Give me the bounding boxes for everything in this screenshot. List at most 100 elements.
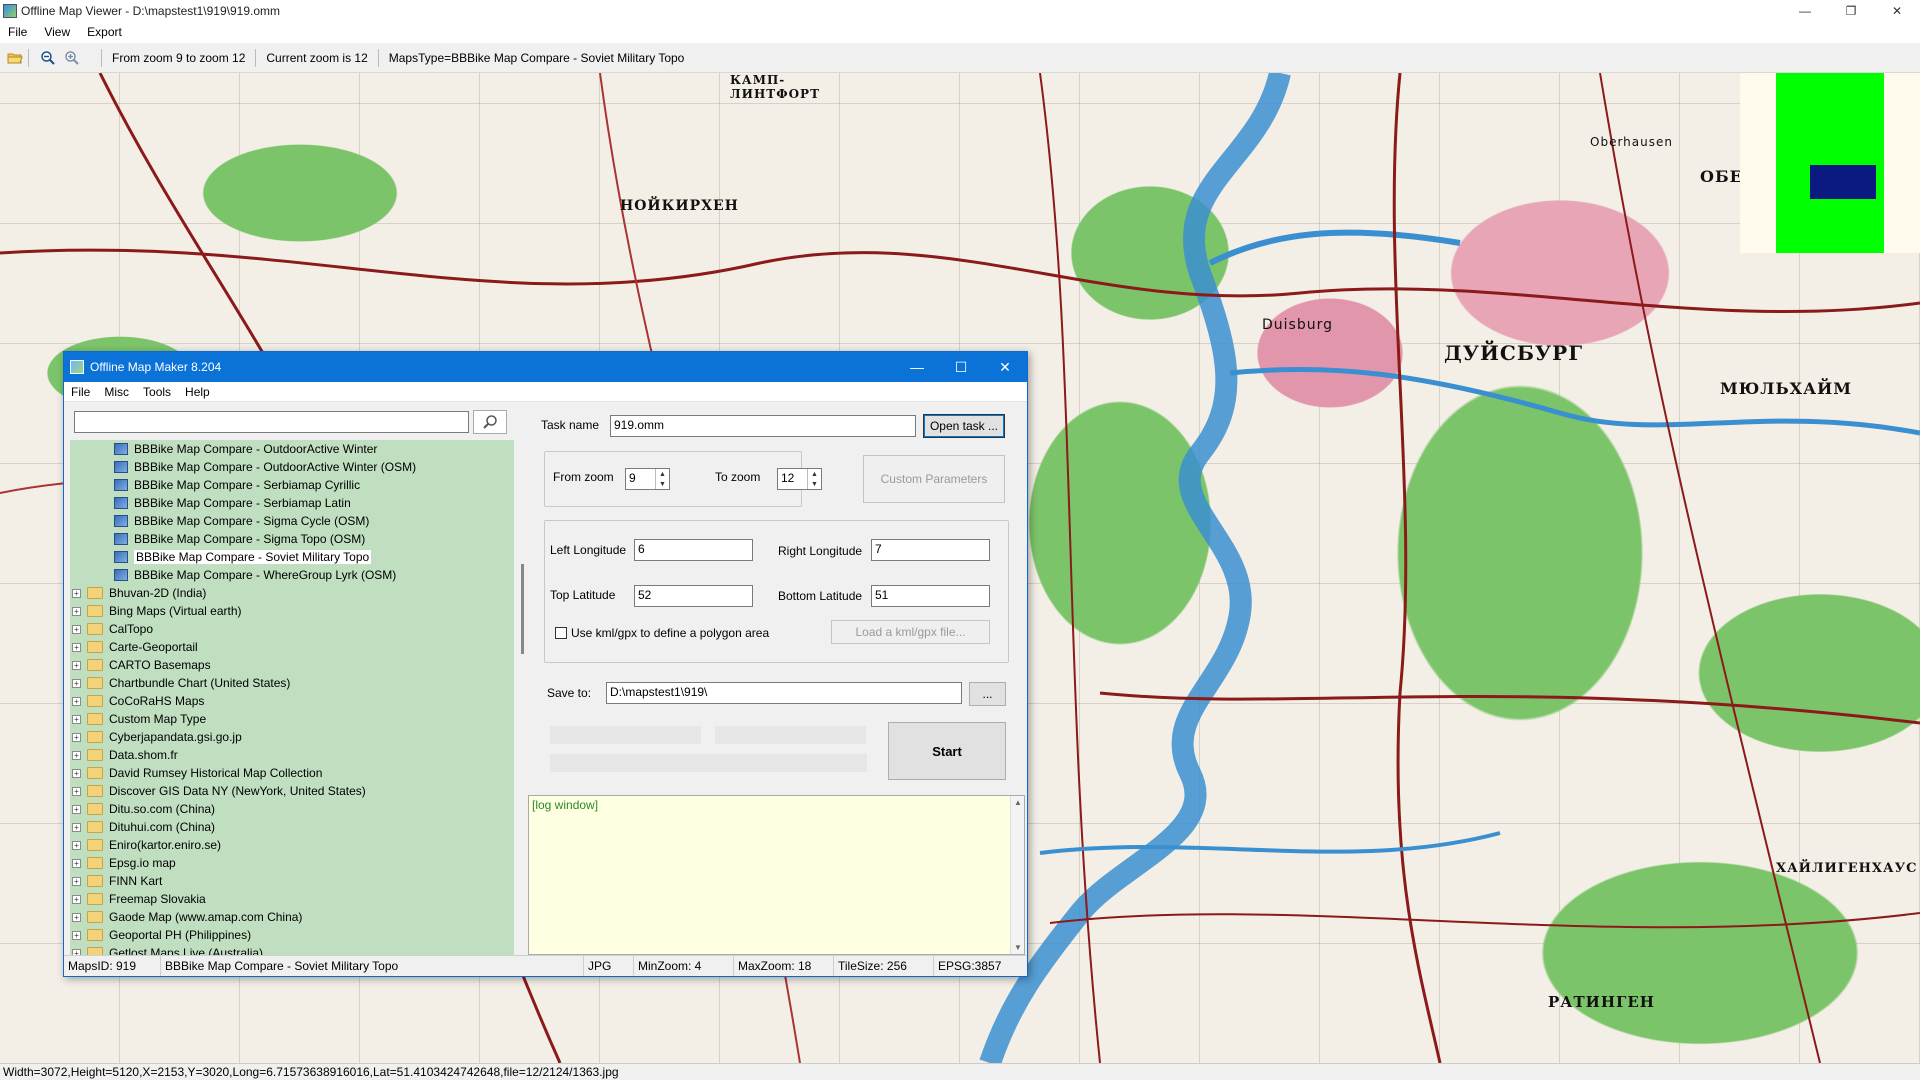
expand-icon[interactable]: +: [72, 768, 81, 778]
tree-item-provider[interactable]: + Bing Maps (Virtual earth): [70, 602, 514, 620]
expand-icon[interactable]: +: [72, 588, 81, 598]
tree-item-provider[interactable]: + Discover GIS Data NY (NewYork, United S…: [70, 782, 514, 800]
tree-item-provider[interactable]: + Geoportal PH (Philippines): [70, 926, 514, 944]
dialog-close-button[interactable]: ✕: [983, 352, 1027, 382]
dialog-title: Offline Map Maker 8.204: [90, 360, 222, 374]
top-latitude-input[interactable]: 52: [634, 585, 753, 607]
tree-item-map-type[interactable]: BBBike Map Compare - WhereGroup Lyrk (OS…: [70, 566, 514, 584]
use-kml-checkbox[interactable]: [555, 627, 567, 639]
expand-icon[interactable]: +: [72, 786, 81, 796]
spin-up-icon[interactable]: ▲: [808, 469, 821, 479]
maximize-button[interactable]: ❐: [1828, 0, 1874, 22]
dialog-menu-misc[interactable]: Misc: [97, 385, 136, 399]
expand-icon[interactable]: +: [72, 678, 81, 688]
tree-item-map-type[interactable]: BBBike Map Compare - OutdoorActive Winte…: [70, 440, 514, 458]
spin-up-icon[interactable]: ▲: [656, 469, 669, 479]
map-type-icon: [114, 551, 128, 563]
tree-item-provider[interactable]: + Cyberjapandata.gsi.go.jp: [70, 728, 514, 746]
tree-item-provider[interactable]: + CalTopo: [70, 620, 514, 638]
custom-parameters-button[interactable]: Custom Parameters: [863, 455, 1005, 503]
tree-item-map-type[interactable]: BBBike Map Compare - Serbiamap Latin: [70, 494, 514, 512]
left-longitude-input[interactable]: 6: [634, 539, 753, 561]
tree-item-provider[interactable]: + Eniro(kartor.eniro.se): [70, 836, 514, 854]
task-name-input[interactable]: 919.omm: [610, 415, 916, 437]
browse-button[interactable]: ...: [969, 682, 1006, 706]
map-type-tree[interactable]: BBBike Map Compare - OutdoorActive Winte…: [70, 440, 514, 955]
folder-icon: [87, 767, 103, 779]
tree-item-provider[interactable]: + FINN Kart: [70, 872, 514, 890]
expand-icon[interactable]: +: [72, 912, 81, 922]
minimap-viewport[interactable]: [1810, 165, 1876, 199]
tree-item-provider[interactable]: + Carte-Geoportail: [70, 638, 514, 656]
tree-item-provider[interactable]: + CoCoRaHS Maps: [70, 692, 514, 710]
tree-item-label: Eniro(kartor.eniro.se): [109, 838, 222, 852]
tree-item-provider[interactable]: + Epsg.io map: [70, 854, 514, 872]
expand-icon[interactable]: +: [72, 876, 81, 886]
expand-icon[interactable]: +: [72, 696, 81, 706]
zoom-in-icon[interactable]: [63, 49, 81, 67]
tree-scrollbar[interactable]: [516, 454, 526, 1006]
tree-item-provider[interactable]: + Custom Map Type: [70, 710, 514, 728]
tree-item-provider[interactable]: + Bhuvan-2D (India): [70, 584, 514, 602]
map-type-icon: [114, 533, 128, 545]
scroll-up-icon[interactable]: ▲: [1014, 798, 1022, 807]
tree-item-provider[interactable]: + Chartbundle Chart (United States): [70, 674, 514, 692]
open-task-button[interactable]: Open task ...: [923, 414, 1005, 438]
log-scrollbar[interactable]: ▲ ▼: [1010, 796, 1024, 954]
overview-minimap[interactable]: [1740, 73, 1920, 253]
tree-item-provider[interactable]: + Getlost Maps Live (Australia): [70, 944, 514, 955]
menu-view[interactable]: View: [36, 25, 79, 39]
expand-icon[interactable]: +: [72, 804, 81, 814]
menu-export[interactable]: Export: [79, 25, 131, 39]
expand-icon[interactable]: +: [72, 714, 81, 724]
dialog-maximize-button[interactable]: ☐: [939, 352, 983, 382]
bottom-latitude-input[interactable]: 51: [871, 585, 990, 607]
start-button[interactable]: Start: [888, 722, 1006, 780]
tree-item-provider[interactable]: + Gaode Map (www.amap.com China): [70, 908, 514, 926]
tree-item-provider[interactable]: + CARTO Basemaps: [70, 656, 514, 674]
map-search-input[interactable]: [74, 411, 469, 433]
from-zoom-stepper[interactable]: 9 ▲ ▼: [625, 468, 670, 490]
scroll-down-icon[interactable]: ▼: [1014, 943, 1022, 952]
tree-item-provider[interactable]: + David Rumsey Historical Map Collection: [70, 764, 514, 782]
expand-icon[interactable]: +: [72, 894, 81, 904]
tree-item-map-type[interactable]: BBBike Map Compare - OutdoorActive Winte…: [70, 458, 514, 476]
tree-item-map-type[interactable]: BBBike Map Compare - Soviet Military Top…: [70, 548, 514, 566]
to-zoom-stepper[interactable]: 12 ▲ ▼: [777, 468, 822, 490]
spin-down-icon[interactable]: ▼: [808, 479, 821, 489]
zoom-out-icon[interactable]: [39, 49, 57, 67]
expand-icon[interactable]: +: [72, 606, 81, 616]
load-kml-button[interactable]: Load a kml/gpx file...: [831, 620, 990, 644]
expand-icon[interactable]: +: [72, 822, 81, 832]
tree-item-provider[interactable]: + Freemap Slovakia: [70, 890, 514, 908]
tree-item-label: CARTO Basemaps: [109, 658, 211, 672]
dialog-minimize-button[interactable]: —: [895, 352, 939, 382]
tree-item-map-type[interactable]: BBBike Map Compare - Serbiamap Cyrillic: [70, 476, 514, 494]
expand-icon[interactable]: +: [72, 642, 81, 652]
expand-icon[interactable]: +: [72, 840, 81, 850]
dialog-menu-help[interactable]: Help: [178, 385, 217, 399]
spin-down-icon[interactable]: ▼: [656, 479, 669, 489]
expand-icon[interactable]: +: [72, 624, 81, 634]
expand-icon[interactable]: +: [72, 660, 81, 670]
tree-item-provider[interactable]: + Dituhui.com (China): [70, 818, 514, 836]
expand-icon[interactable]: +: [72, 732, 81, 742]
open-folder-icon[interactable]: [6, 49, 24, 67]
dialog-menu-tools[interactable]: Tools: [136, 385, 178, 399]
save-path-input[interactable]: D:\mapstest1\919\: [606, 682, 962, 704]
tree-item-provider[interactable]: + Ditu.so.com (China): [70, 800, 514, 818]
log-window[interactable]: [log window] ▲ ▼: [528, 795, 1025, 955]
expand-icon[interactable]: +: [72, 750, 81, 760]
expand-icon[interactable]: +: [72, 930, 81, 940]
dialog-menu-file[interactable]: File: [64, 385, 97, 399]
tree-scroll-thumb[interactable]: [521, 564, 524, 654]
tree-item-map-type[interactable]: BBBike Map Compare - Sigma Topo (OSM): [70, 530, 514, 548]
tree-item-provider[interactable]: + Data.shom.fr: [70, 746, 514, 764]
right-longitude-input[interactable]: 7: [871, 539, 990, 561]
minimize-button[interactable]: —: [1782, 0, 1828, 22]
menu-file[interactable]: File: [0, 25, 36, 39]
expand-icon[interactable]: +: [72, 858, 81, 868]
search-button[interactable]: [473, 410, 507, 434]
tree-item-map-type[interactable]: BBBike Map Compare - Sigma Cycle (OSM): [70, 512, 514, 530]
close-button[interactable]: ✕: [1874, 0, 1920, 22]
